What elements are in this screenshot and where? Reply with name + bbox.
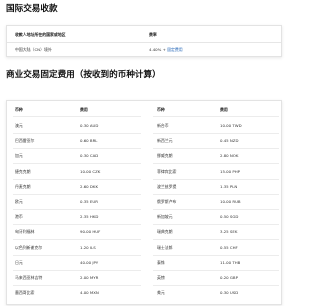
right-header-currency: 币种: [157, 107, 165, 112]
right-row-fee: 0.50 SGD: [220, 214, 239, 220]
left-row-divider: [13, 269, 141, 271]
left-row-currency: 丹麦克朗: [15, 183, 31, 189]
intl-row-country: 中国大陆（CN）境外: [15, 46, 52, 52]
right-row-currency: 英镑: [157, 275, 165, 280]
left-row-divider: [13, 148, 141, 150]
right-row-currency: 新西兰元: [157, 138, 173, 144]
right-row-divider: [153, 254, 279, 256]
intl-row-fee-rate: 4.40% +: [149, 46, 168, 52]
right-row-fee: 1.35 PLN: [220, 183, 238, 189]
right-row-currency: 菲律宾比索: [157, 168, 177, 174]
left-row-fee: 4.00 MXN: [80, 290, 99, 296]
left-fee-table: 币种 费用 澳元 0.30 AUD 巴西雷亚尔 0.60 BRL 加元 0.30 CAD 捷…: [7, 101, 145, 306]
left-row-fee: 0.35 EUR: [80, 199, 98, 204]
left-header-currency: 币种: [15, 107, 23, 112]
left-row-fee: 40.00 JPY: [80, 259, 99, 265]
right-row-divider: [153, 193, 279, 195]
left-row-currency: 捷克克朗: [15, 168, 31, 174]
left-row-fee: 2.00 MYR: [80, 275, 99, 280]
left-header-divider: [13, 116, 141, 117]
right-row-fee: 15.00 PHP: [220, 168, 240, 174]
left-row-fee: 0.30 AUD: [80, 123, 99, 128]
intl-divider: [7, 42, 281, 43]
right-row-divider: [153, 239, 279, 241]
left-row-currency: 以色列新谢克尔: [15, 244, 43, 250]
left-row-currency: 日元: [15, 259, 23, 265]
left-row-currency: 港币: [15, 214, 23, 220]
right-row-currency: 泰铢: [157, 259, 165, 265]
right-row-currency: 瑞典克朗: [157, 229, 173, 235]
left-row-currency: 墨西哥比索: [15, 290, 35, 296]
left-row-currency: 巴西雷亚尔: [15, 138, 35, 144]
left-header-fee: 费用: [80, 107, 88, 112]
intl-section-title: 国际交易收款: [6, 4, 58, 14]
right-row-fee: 0.55 CHF: [220, 244, 238, 250]
left-row-divider: [13, 133, 141, 134]
right-row-divider: [153, 163, 279, 165]
right-fee-table: 币种 费用 新台币 10.00 TWD 新西兰元 0.45 NZD 挪威克朗 2.80 N…: [149, 101, 283, 306]
right-row-fee: 11.00 THB: [220, 259, 241, 265]
right-row-currency: 新台币: [157, 123, 169, 128]
intl-header-fee: 费率: [149, 31, 157, 37]
right-row-fee: 10.00 RUB: [220, 199, 241, 204]
left-row-currency: 加元: [15, 153, 23, 159]
right-row-divider: [153, 133, 279, 134]
left-row-divider: [13, 193, 141, 195]
left-row-currency: 匈牙利福林: [15, 229, 35, 235]
right-row-divider: [153, 148, 279, 150]
right-row-currency: 俄罗斯卢布: [157, 199, 177, 204]
left-row-currency: 马来西亚林吉特: [15, 275, 43, 280]
right-row-divider: [153, 178, 279, 180]
right-row-currency: 美元: [157, 290, 165, 296]
right-row-fee: 0.20 GBP: [220, 275, 238, 280]
left-row-divider: [13, 239, 141, 241]
intl-fee-card: 收款人地址所在的国家或地区 费率 中国大陆（CN）境外 4.40% + 固定费用: [6, 25, 282, 57]
left-row-fee: 0.30 CAD: [80, 153, 99, 159]
right-row-divider: [153, 269, 279, 271]
right-row-currency: 挪威克朗: [157, 153, 173, 159]
left-row-currency: 澳元: [15, 123, 23, 128]
left-row-fee: 10.00 CZK: [80, 168, 101, 174]
right-header-fee: 费用: [220, 107, 228, 112]
right-row-currency: 波兰兹罗提: [157, 183, 177, 189]
fixed-fee-section-title: 商业交易固定费用（按收到的币种计算）: [6, 70, 161, 80]
left-row-fee: 0.60 BRL: [80, 138, 98, 144]
left-row-divider: [13, 209, 141, 210]
left-row-divider: [13, 178, 141, 180]
left-row-fee: 90.00 HUF: [80, 229, 101, 235]
left-row-currency: 欧元: [15, 199, 23, 204]
left-row-divider: [13, 224, 141, 226]
left-row-divider: [13, 254, 141, 256]
right-row-divider: [153, 285, 279, 286]
right-row-fee: 2.80 NOK: [220, 153, 239, 159]
left-row-fee: 2.35 HKD: [80, 214, 99, 220]
fixed-fee-card: 币种 费用 澳元 0.30 AUD 巴西雷亚尔 0.60 BRL 加元 0.30 CAD 捷…: [6, 100, 282, 305]
intl-row: 中国大陆（CN）境外 4.40% + 固定费用: [7, 46, 281, 52]
left-row-fee: 2.60 DKK: [80, 183, 98, 189]
right-row-fee: 10.00 TWD: [220, 123, 242, 128]
left-row-divider: [13, 285, 141, 286]
intl-header-country: 收款人地址所在的国家或地区: [15, 31, 66, 37]
right-row-fee: 0.30 USD: [220, 290, 239, 296]
right-row-fee: 0.45 NZD: [220, 138, 239, 144]
right-row-divider: [153, 209, 279, 210]
right-row-currency: 新加坡元: [157, 214, 173, 220]
right-row-divider: [153, 224, 279, 226]
fixed-fee-link[interactable]: 固定费用: [167, 47, 183, 52]
right-row-currency: 瑞士法郎: [157, 244, 173, 250]
right-header-divider: [153, 116, 279, 117]
right-row-fee: 3.25 SEK: [220, 229, 238, 235]
left-row-divider: [13, 163, 141, 165]
intl-row-fee: 4.40% + 固定费用: [149, 47, 183, 52]
left-row-fee: 1.20 ILS: [80, 244, 96, 250]
